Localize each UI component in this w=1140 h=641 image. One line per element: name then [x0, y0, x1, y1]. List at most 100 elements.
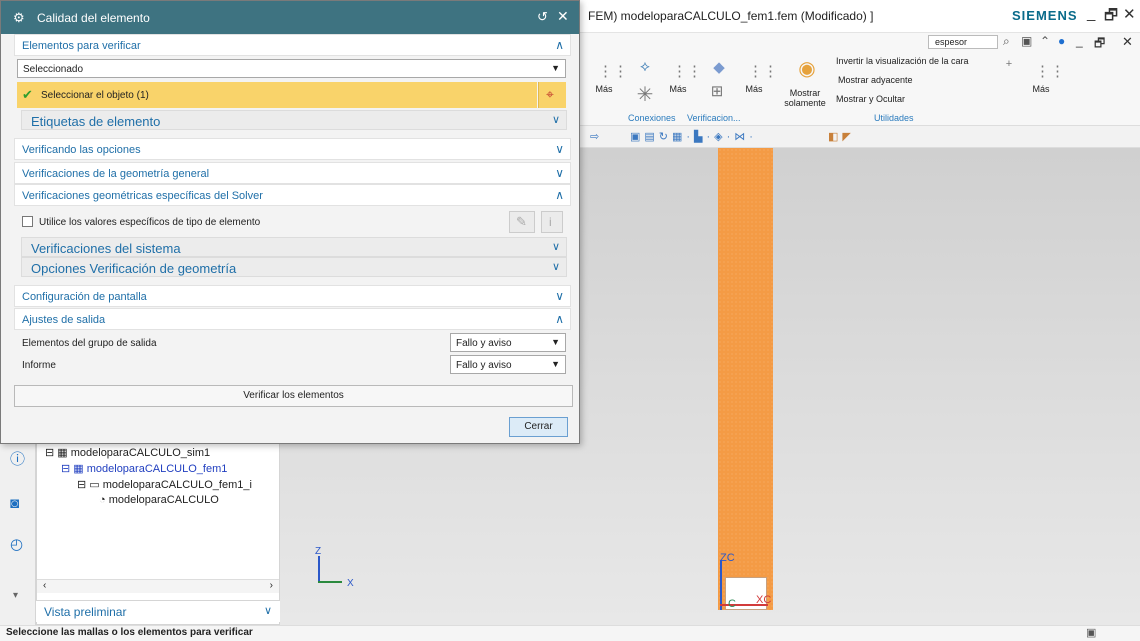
specify-values-button[interactable]: ✎: [509, 211, 535, 233]
output-group-label: Elementos del grupo de salida: [22, 338, 157, 349]
filter-icon[interactable]: ◧◤: [828, 130, 855, 143]
chevron-down-icon[interactable]: ∨: [552, 260, 560, 273]
tree-node-sim[interactable]: ⊟ ▦ modeloparaCALCULO_sim1: [45, 446, 210, 459]
scroll-icon[interactable]: ▾: [13, 590, 18, 601]
select-object-row[interactable]: ✔ Seleccionar el objeto (1): [17, 82, 537, 108]
chevron-up-icon[interactable]: ∧: [555, 312, 564, 326]
arrow-right-icon[interactable]: ⇨: [590, 130, 599, 143]
verify-elements-button[interactable]: Verificar los elementos: [14, 385, 573, 407]
group-verificacion[interactable]: Verificacion...: [687, 113, 741, 123]
x-axis: [318, 581, 342, 583]
crosshair-icon: ⌖: [546, 86, 554, 102]
grid-icon[interactable]: ⋮⋮: [1035, 62, 1065, 80]
view-tools-icon[interactable]: ▣▤↻▦·▙·◈·⋈·: [630, 130, 757, 143]
show-only-icon[interactable]: ◉: [794, 56, 820, 81]
informe-dropdown[interactable]: Fallo y aviso ▼: [450, 355, 566, 374]
preview-section[interactable]: Vista preliminar ∨: [36, 600, 280, 622]
mas-button-4[interactable]: Más: [1030, 84, 1052, 94]
resource-bar: ⓘ ◙ ◴ ▾: [0, 440, 36, 625]
mostrar-solamente-button[interactable]: Mostrar solamente: [782, 88, 828, 108]
z-axis: [318, 556, 320, 583]
tree-node-model[interactable]: ◔ modeloparaCALCULO: [99, 494, 219, 506]
dialog-title-bar[interactable]: ⚙ Calidad del elemento ↺ ✕: [1, 1, 579, 34]
horizontal-scrollbar[interactable]: ‹ ›: [37, 579, 279, 593]
grid-icon[interactable]: ⋮⋮: [598, 62, 628, 80]
subsection-etiquetas[interactable]: Etiquetas de elemento ∨: [21, 110, 567, 130]
mostrar-ocultar-button[interactable]: Mostrar y Ocultar: [836, 94, 905, 104]
minimize-icon[interactable]: _: [1087, 5, 1095, 22]
verificando-opciones-label: Verificando las opciones: [22, 144, 141, 156]
selection-type-value: Seleccionado: [23, 64, 84, 75]
close-button[interactable]: Cerrar: [509, 417, 568, 437]
command-search-input[interactable]: espesor: [928, 35, 998, 49]
grid-icon[interactable]: ⋮⋮: [748, 62, 778, 80]
section-ajustes-salida[interactable]: Ajustes de salida ∧: [14, 308, 571, 330]
mostrar-adyacente-button[interactable]: Mostrar adyacente: [838, 75, 913, 85]
subsection-sistema[interactable]: Verificaciones del sistema ∨: [21, 237, 567, 257]
scroll-right-icon[interactable]: ›: [270, 580, 273, 591]
zc-axis: [720, 560, 722, 610]
dialog-title: Calidad del elemento: [37, 11, 150, 25]
element-type-checkbox[interactable]: [22, 216, 33, 227]
section-solver[interactable]: Verificaciones geométricas específicas d…: [14, 184, 571, 206]
reset-icon[interactable]: ↺: [537, 9, 548, 25]
info-button[interactable]: i: [541, 211, 563, 233]
dropdown-arrow-icon: ▼: [551, 337, 560, 347]
selection-type-dropdown[interactable]: Seleccionado ▼: [17, 59, 566, 78]
zc-label: ZC: [720, 552, 735, 564]
gear-icon: ⚙: [13, 10, 25, 25]
informe-label: Informe: [22, 360, 56, 371]
restore-icon[interactable]: 🗗: [1104, 5, 1118, 30]
tree-node-fem[interactable]: ⊟ ▦ modeloparaCALCULO_fem1: [61, 462, 227, 475]
section-configuracion-pantalla[interactable]: Configuración de pantalla ∨: [14, 285, 571, 307]
section-geometria-general[interactable]: Verificaciones de la geometría general ∨: [14, 162, 571, 184]
invertir-button[interactable]: Invertir la visualización de la cara: [836, 56, 969, 66]
solver-label: Verificaciones geométricas específicas d…: [22, 190, 263, 202]
output-group-dropdown[interactable]: Fallo y aviso ▼: [450, 333, 566, 352]
section-verificando-opciones[interactable]: Verificando las opciones ∨: [14, 138, 571, 160]
close-window-icon[interactable]: ✕: [1123, 5, 1136, 23]
window-icon[interactable]: ▣: [1021, 34, 1032, 48]
ribbon-restore-icon[interactable]: 🗗: [1094, 34, 1105, 55]
preview-label: Vista preliminar: [44, 605, 127, 619]
scroll-left-icon[interactable]: ‹: [43, 580, 46, 591]
chevron-up-icon[interactable]: ⌃: [1040, 34, 1050, 48]
section-elementos-verificar[interactable]: Elementos para verificar ∧: [14, 34, 571, 56]
tree-node-fem-i[interactable]: ⊟ ▭ modeloparaCALCULO_fem1_i: [77, 478, 252, 491]
ribbon-close-icon[interactable]: ✕: [1122, 34, 1133, 50]
ajustes-salida-label: Ajustes de salida: [22, 314, 106, 326]
mas-button-1[interactable]: Más: [593, 84, 615, 94]
chevron-up-icon[interactable]: ∧: [555, 188, 564, 202]
grid-icon[interactable]: ⋮⋮: [672, 62, 702, 80]
close-icon[interactable]: ✕: [557, 8, 569, 25]
sistema-label: Verificaciones del sistema: [31, 241, 181, 256]
check-model-icon[interactable]: ◆: [710, 58, 728, 76]
chevron-up-icon[interactable]: ∧: [555, 38, 564, 52]
chevron-down-icon[interactable]: ∨: [552, 113, 560, 126]
group-conexiones[interactable]: Conexiones: [628, 113, 676, 123]
info-icon[interactable]: ⓘ: [10, 448, 25, 469]
chevron-down-icon[interactable]: ∨: [552, 240, 560, 253]
chevron-down-icon[interactable]: ∨: [555, 142, 564, 156]
chevron-down-icon[interactable]: ∨: [555, 166, 564, 180]
fullscreen-icon[interactable]: ▣: [1086, 626, 1096, 639]
select-object-button[interactable]: ⌖: [538, 82, 566, 108]
xc-label: XC: [756, 594, 772, 606]
mas-button-2[interactable]: Más: [667, 84, 689, 94]
siemens-logo: SIEMENS: [1012, 8, 1078, 23]
help-icon[interactable]: ●: [1058, 34, 1065, 48]
history-icon[interactable]: ◴: [10, 535, 23, 553]
ribbon-minimize-icon[interactable]: _: [1076, 34, 1083, 48]
add-icon[interactable]: +: [1003, 58, 1015, 70]
mas-button-3[interactable]: Más: [743, 84, 765, 94]
subsection-opciones-geometria[interactable]: Opciones Verificación de geometría ∨: [21, 257, 567, 277]
chevron-down-icon[interactable]: ∨: [264, 604, 272, 617]
connect-icon[interactable]: ⟡: [636, 58, 654, 75]
search-icon[interactable]: ⌕: [1003, 34, 1010, 49]
mesh-model[interactable]: [718, 148, 773, 610]
opciones-geometria-label: Opciones Verificación de geometría: [31, 261, 237, 276]
chevron-down-icon[interactable]: ∨: [555, 289, 564, 303]
navigator-icon[interactable]: ◙: [10, 495, 19, 512]
spider-icon[interactable]: ✳: [636, 82, 654, 107]
element-table-icon[interactable]: ⊞: [708, 82, 726, 100]
